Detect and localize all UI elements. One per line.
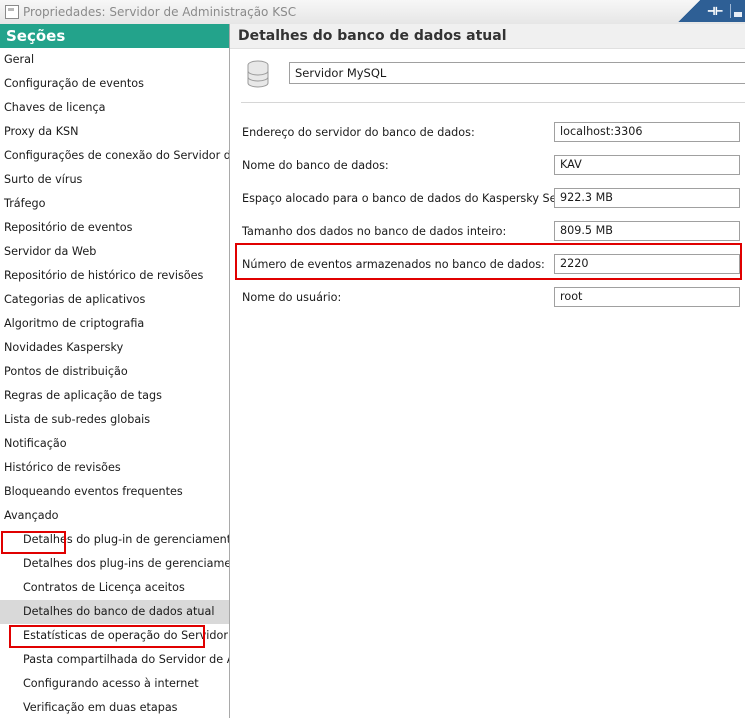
database-icon bbox=[247, 60, 269, 88]
details-panel: Detalhes do banco de dados atual Servido… bbox=[230, 24, 745, 718]
sidebar-subitem-plugins-gerenciamento[interactable]: Detalhes dos plug-ins de gerenciamento d… bbox=[0, 552, 229, 576]
sidebar-subitem-acesso-internet[interactable]: Configurando acesso à internet bbox=[0, 672, 229, 696]
sidebar-item-chaves-licenca[interactable]: Chaves de licença bbox=[0, 96, 229, 120]
sidebar-subitem-plugin-gerenciamento[interactable]: Detalhes do plug-in de gerenciamento do … bbox=[0, 528, 229, 552]
sidebar-item-avancado[interactable]: Avançado bbox=[0, 504, 229, 528]
pin-icon[interactable]: ⊣⊢ bbox=[707, 4, 723, 19]
label-nome-usuario: Nome do usuário: bbox=[242, 291, 342, 304]
sidebar-subitem-verificacao-duas-etapas[interactable]: Verificação em duas etapas bbox=[0, 696, 229, 718]
window-title: Propriedades: Servidor de Administração … bbox=[23, 5, 297, 19]
server-type-field: Servidor MySQL bbox=[289, 62, 745, 84]
section-divider bbox=[241, 102, 745, 103]
label-tamanho-dados: Tamanho dos dados no banco de dados inte… bbox=[242, 225, 507, 238]
sidebar-subitem-pasta-compartilhada[interactable]: Pasta compartilhada do Servidor de Admin… bbox=[0, 648, 229, 672]
sidebar-subitem-contratos-licenca[interactable]: Contratos de Licença aceitos bbox=[0, 576, 229, 600]
sidebar-item-repositorio-historico[interactable]: Repositório de histórico de revisões bbox=[0, 264, 229, 288]
sidebar-item-categorias-aplicativos[interactable]: Categorias de aplicativos bbox=[0, 288, 229, 312]
sidebar-item-trafego[interactable]: Tráfego bbox=[0, 192, 229, 216]
window-app-icon bbox=[5, 5, 19, 19]
sidebar-item-algoritmo-criptografia[interactable]: Algoritmo de criptografia bbox=[0, 312, 229, 336]
label-nome-banco: Nome do banco de dados: bbox=[242, 159, 389, 172]
sections-sidebar: Seções Geral Configuração de eventos Cha… bbox=[0, 24, 230, 718]
sidebar-item-novidades-kaspersky[interactable]: Novidades Kaspersky bbox=[0, 336, 229, 360]
sidebar-subitem-banco-dados-atual[interactable]: Detalhes do banco de dados atual bbox=[0, 600, 229, 624]
window-controls[interactable]: ⊣⊢ bbox=[675, 0, 745, 22]
sidebar-item-surto-virus[interactable]: Surto de vírus bbox=[0, 168, 229, 192]
sidebar-header: Seções bbox=[0, 24, 229, 48]
sections-list: Geral Configuração de eventos Chaves de … bbox=[0, 48, 229, 718]
sidebar-item-sub-redes-globais[interactable]: Lista de sub-redes globais bbox=[0, 408, 229, 432]
value-nome-banco[interactable]: KAV bbox=[554, 155, 740, 175]
sidebar-item-configuracao-eventos[interactable]: Configuração de eventos bbox=[0, 72, 229, 96]
value-endereco-servidor[interactable]: localhost:3306 bbox=[554, 122, 740, 142]
value-tamanho-dados[interactable]: 809.5 MB bbox=[554, 221, 740, 241]
sidebar-item-bloqueando-eventos[interactable]: Bloqueando eventos frequentes bbox=[0, 480, 229, 504]
sidebar-item-repositorio-eventos[interactable]: Repositório de eventos bbox=[0, 216, 229, 240]
sidebar-item-notificacao[interactable]: Notificação bbox=[0, 432, 229, 456]
window-title-bar: Propriedades: Servidor de Administração … bbox=[0, 0, 745, 25]
label-espaco-alocado: Espaço alocado para o banco de dados do … bbox=[242, 192, 589, 205]
sidebar-item-servidor-web[interactable]: Servidor da Web bbox=[0, 240, 229, 264]
value-numero-eventos[interactable]: 2220 bbox=[554, 254, 740, 274]
label-numero-eventos: Número de eventos armazenados no banco d… bbox=[242, 258, 545, 271]
value-espaco-alocado[interactable]: 922.3 MB bbox=[554, 188, 740, 208]
sidebar-item-pontos-distribuicao[interactable]: Pontos de distribuição bbox=[0, 360, 229, 384]
value-nome-usuario[interactable]: root bbox=[554, 287, 740, 307]
control-separator bbox=[730, 4, 731, 18]
page-title: Detalhes do banco de dados atual bbox=[230, 24, 745, 49]
signal-icon bbox=[734, 5, 742, 17]
sidebar-item-configuracoes-conexao[interactable]: Configurações de conexão do Servidor de … bbox=[0, 144, 229, 168]
sidebar-item-proxy-ksn[interactable]: Proxy da KSN bbox=[0, 120, 229, 144]
sidebar-item-historico-revisoes[interactable]: Histórico de revisões bbox=[0, 456, 229, 480]
sidebar-subitem-estatisticas-operacao[interactable]: Estatísticas de operação do Servidor de … bbox=[0, 624, 229, 648]
sidebar-item-geral[interactable]: Geral bbox=[0, 48, 229, 72]
label-endereco-servidor: Endereço do servidor do banco de dados: bbox=[242, 126, 475, 139]
sidebar-item-regras-tags[interactable]: Regras de aplicação de tags bbox=[0, 384, 229, 408]
